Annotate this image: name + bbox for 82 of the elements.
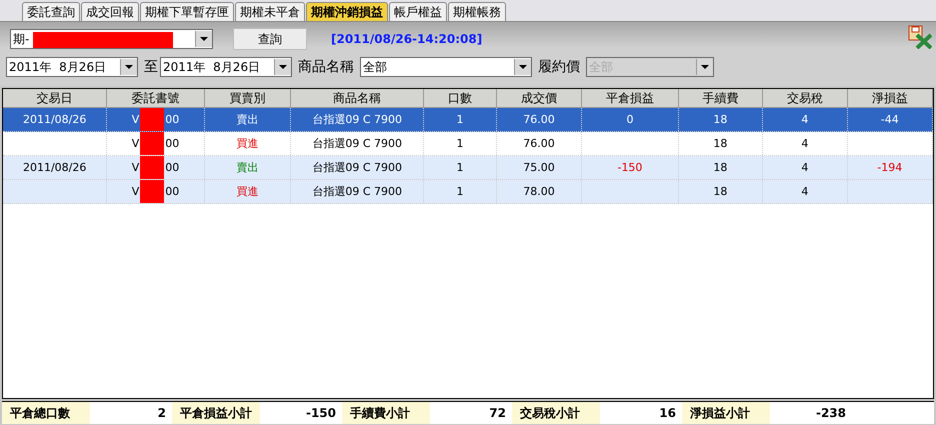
table-cell: 78.00 — [523, 185, 555, 198]
table-cell: 賣出 — [236, 160, 258, 175]
start-date-picker[interactable]: 2011年 8月26日 — [6, 57, 138, 77]
column-header[interactable]: 成交價 — [496, 89, 582, 107]
summary-value: 72 — [488, 405, 507, 422]
table-cell-text: V — [132, 160, 140, 176]
column-header[interactable]: 淨損益 — [848, 89, 933, 107]
table-cell-text: 00 — [165, 136, 180, 152]
table-cell: 台指選09 C 7900 — [312, 184, 402, 199]
table-cell: 18 — [713, 161, 728, 174]
column-header[interactable]: 口數 — [424, 89, 497, 107]
table-cell-text: 00 — [165, 160, 180, 176]
column-header[interactable]: 手續費 — [678, 89, 764, 107]
summary-value: 16 — [658, 405, 677, 422]
summary-value: 2 — [156, 405, 167, 422]
table-cell: 1 — [456, 161, 464, 174]
table-cell: 買進 — [236, 136, 258, 151]
column-header[interactable]: 商品名稱 — [291, 89, 424, 107]
table-cell-text: 00 — [165, 112, 180, 128]
tab[interactable]: 委託查詢 — [22, 2, 80, 21]
tab[interactable]: 帳戶權益 — [389, 2, 447, 21]
table-cell: 台指選09 C 7900 — [312, 112, 402, 127]
column-header[interactable]: 交易日 — [3, 89, 108, 107]
table-cell: -44 — [880, 113, 899, 126]
table-cell: 75.00 — [523, 161, 555, 174]
export-excel-icon[interactable] — [908, 25, 932, 49]
table-cell: 18 — [713, 137, 728, 150]
column-header[interactable]: 平倉損益 — [582, 89, 679, 107]
summary-label: 手續費小計 — [342, 402, 430, 424]
account-dropdown[interactable]: 期- — [10, 29, 213, 49]
table-cell: 4 — [801, 161, 808, 174]
table-cell: 賣出 — [236, 112, 258, 127]
tab[interactable]: 成交回報 — [81, 2, 139, 21]
query-button[interactable]: 查詢 — [233, 28, 307, 50]
table-cell: 台指選09 C 7900 — [312, 160, 402, 175]
table-row[interactable]: 2011/08/26 V 00 賣出 台指選09 C 7900 1 75.00 -150 18 4 -194 — [3, 156, 933, 180]
table-cell: 4 — [801, 185, 808, 198]
tab[interactable]: 期權未平倉 — [235, 2, 305, 21]
table-cell: 1 — [456, 113, 464, 126]
redaction-mark — [140, 156, 164, 179]
table-row[interactable]: V 00 買進 台指選09 C 7900 1 78.00 18 4 — [3, 180, 933, 204]
table-cell: -150 — [617, 161, 642, 174]
column-header[interactable]: 交易稅 — [763, 89, 848, 107]
redaction-mark — [140, 180, 164, 203]
summary-label: 平倉損益小計 — [172, 402, 260, 424]
table-row[interactable]: 2011/08/26 V 00 賣出 台指選09 C 7900 1 76.00 0 18 4 -44 — [3, 108, 933, 132]
table-cell: 買進 — [236, 184, 258, 199]
table-cell: -194 — [877, 161, 902, 174]
redaction-mark — [140, 108, 164, 131]
table-cell: 76.00 — [523, 113, 555, 126]
tab[interactable]: 期權帳務 — [448, 2, 506, 21]
strike-label: 履約價 — [538, 58, 580, 76]
summary-value: -150 — [304, 405, 337, 422]
summary-label: 淨損益小計 — [682, 402, 770, 424]
product-dropdown[interactable]: 全部 — [360, 57, 532, 77]
table-cell: 1 — [456, 185, 464, 198]
table-cell: 18 — [713, 185, 728, 198]
table-cell: 2011/08/26 — [22, 113, 86, 126]
column-header[interactable]: 買賣別 — [204, 89, 292, 107]
column-header[interactable]: 委託書號 — [107, 89, 205, 107]
table-cell: 4 — [801, 113, 808, 126]
tab[interactable]: 期權下單暫存匣 — [140, 2, 234, 21]
redaction-mark — [140, 132, 164, 155]
table-cell-text: V — [132, 112, 140, 128]
table-cell: 0 — [626, 113, 634, 126]
summary-label: 交易稅小計 — [512, 402, 600, 424]
table-cell: 2011/08/26 — [22, 161, 86, 174]
to-label: 至 — [144, 58, 158, 76]
table-cell-text: V — [132, 184, 140, 200]
table-cell-text: 00 — [165, 184, 180, 200]
table-cell: 1 — [456, 137, 464, 150]
table-cell: 台指選09 C 7900 — [312, 136, 402, 151]
table-cell: 4 — [801, 137, 808, 150]
table-cell-text: V — [132, 136, 140, 152]
tab[interactable]: 期權沖銷損益 — [306, 2, 388, 21]
end-date-picker[interactable]: 2011年 8月26日 — [160, 57, 292, 77]
table-cell: 18 — [713, 113, 728, 126]
product-label: 商品名稱 — [298, 58, 354, 76]
summary-value: -238 — [814, 405, 847, 422]
summary-label: 平倉總口數 — [2, 402, 90, 424]
timestamp: [2011/08/26-14:20:08] — [331, 32, 482, 46]
table-cell: 76.00 — [523, 137, 555, 150]
